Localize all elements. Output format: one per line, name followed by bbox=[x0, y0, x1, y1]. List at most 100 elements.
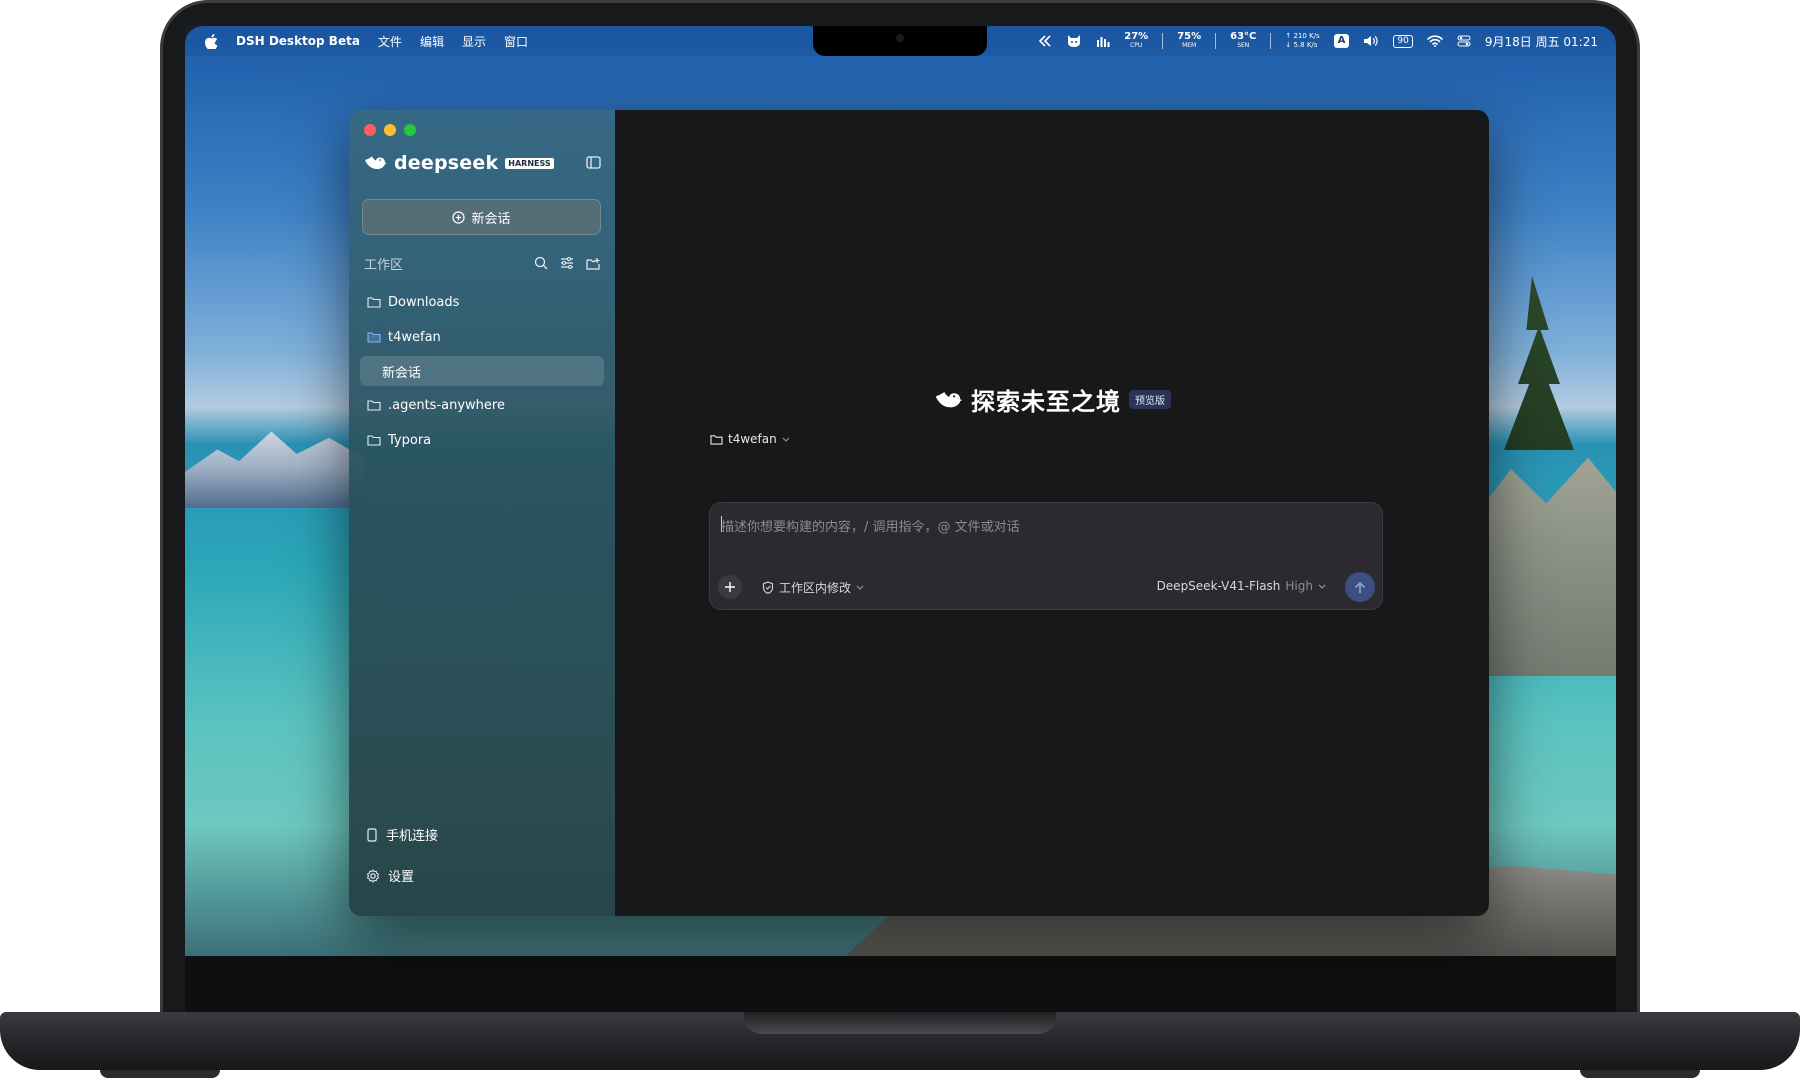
project-picker[interactable]: t4wefan bbox=[710, 432, 790, 446]
brand: deepseek HARNESS bbox=[363, 152, 554, 174]
zoom-window-button[interactable] bbox=[404, 124, 416, 136]
folder-open-icon bbox=[367, 331, 381, 343]
session-item-new-chat[interactable]: 新会话 bbox=[360, 356, 604, 386]
whale-logo-icon bbox=[933, 389, 963, 411]
phone-connect-label: 手机连接 bbox=[386, 829, 439, 844]
workspace-item-agents-anywhere[interactable]: .agents-anywhere bbox=[360, 389, 604, 421]
preview-badge: 预览版 bbox=[1129, 390, 1171, 409]
chevron-down-icon bbox=[1318, 584, 1326, 589]
sensor-value: 63°C bbox=[1230, 31, 1257, 42]
sidebar: deepseek HARNESS 新会话 工作区 Downloads t4wef… bbox=[349, 110, 615, 916]
shield-icon bbox=[762, 581, 774, 594]
gear-icon bbox=[366, 868, 380, 883]
mem-value: 75% bbox=[1177, 31, 1202, 42]
folder-icon bbox=[367, 399, 381, 411]
menu-clock[interactable]: 9月18日 周五 01:21 bbox=[1485, 33, 1598, 50]
minimize-window-button[interactable] bbox=[384, 124, 396, 136]
laptop-foot-left bbox=[100, 1070, 220, 1078]
stat-divider bbox=[1270, 33, 1272, 49]
project-name: t4wefan bbox=[728, 432, 777, 446]
cat-icon[interactable] bbox=[1066, 34, 1082, 48]
cpu-value: 27% bbox=[1124, 31, 1149, 42]
volume-icon[interactable] bbox=[1363, 35, 1379, 47]
model-selector[interactable]: DeepSeek-V41-Flash High bbox=[1157, 579, 1326, 593]
window-controls bbox=[364, 124, 416, 136]
close-window-button[interactable] bbox=[364, 124, 376, 136]
folder-icon bbox=[367, 434, 381, 446]
camera-icon bbox=[896, 34, 904, 42]
workspace-item-downloads[interactable]: Downloads bbox=[360, 286, 604, 318]
stat-divider bbox=[1162, 33, 1164, 49]
sensor-label: SEN bbox=[1237, 42, 1250, 49]
permission-selector[interactable]: 工作区内修改 bbox=[762, 579, 864, 596]
mem-label: MEM bbox=[1182, 42, 1197, 49]
whale-logo-icon bbox=[363, 154, 387, 172]
wifi-icon[interactable] bbox=[1427, 35, 1443, 47]
workspace-tree: Downloads t4wefan 新会话 .agents-anywhere T… bbox=[360, 286, 604, 459]
brand-name: deepseek bbox=[394, 152, 499, 174]
net-down: ↓ 5.8 K/s bbox=[1285, 41, 1318, 49]
model-name: DeepSeek-V41-Flash bbox=[1156, 579, 1281, 593]
model-level: High bbox=[1285, 579, 1313, 593]
net-up: ↑ 210 K/s bbox=[1285, 32, 1320, 40]
send-button[interactable] bbox=[1345, 572, 1375, 602]
chevron-down-icon bbox=[782, 437, 790, 442]
folder-icon bbox=[367, 296, 381, 308]
filter-icon[interactable] bbox=[560, 256, 574, 270]
hero: 探索未至之境 预览版 bbox=[615, 382, 1489, 417]
permission-label: 工作区内修改 bbox=[779, 581, 852, 595]
arrow-up-icon bbox=[1354, 581, 1366, 594]
chevrons-left-icon[interactable] bbox=[1038, 35, 1052, 47]
workspace-label: 工作区 bbox=[364, 257, 404, 273]
cpu-label: CPU bbox=[1130, 42, 1143, 49]
new-folder-icon[interactable] bbox=[586, 257, 600, 270]
settings-label: 设置 bbox=[388, 870, 415, 885]
sidebar-toggle-icon[interactable] bbox=[586, 156, 601, 169]
menu-view[interactable]: 显示 bbox=[462, 33, 486, 50]
phone-connect-button[interactable]: 手机连接 bbox=[366, 825, 596, 844]
attach-button[interactable] bbox=[718, 575, 742, 599]
hero-title: 探索未至之境 bbox=[971, 388, 1121, 416]
search-icon[interactable] bbox=[534, 256, 548, 270]
composer-input[interactable]: 描述你想要构建的内容，/ 调用指令，@ 文件或对话 bbox=[721, 516, 1020, 535]
new-chat-label: 新会话 bbox=[471, 211, 511, 227]
workspace-item-label: .agents-anywhere bbox=[388, 397, 505, 413]
workspace-item-label: Downloads bbox=[388, 294, 460, 310]
cpu-stat[interactable]: 27% CPU bbox=[1124, 32, 1148, 50]
menu-window[interactable]: 窗口 bbox=[504, 33, 528, 50]
workspace-header: 工作区 bbox=[364, 253, 600, 273]
bar-chart-icon[interactable] bbox=[1096, 35, 1110, 47]
screen-bezel bbox=[185, 956, 1616, 1012]
app-window: deepseek HARNESS 新会话 工作区 Downloads t4wef… bbox=[349, 110, 1489, 916]
phone-icon bbox=[366, 827, 378, 842]
wallpaper-mountains bbox=[185, 431, 365, 508]
laptop-foot-right bbox=[1580, 1070, 1700, 1078]
menu-file[interactable]: 文件 bbox=[378, 33, 402, 50]
main-panel: 探索未至之境 预览版 t4wefan 描述你想要构建的内容，/ 调用指令，@ 文… bbox=[615, 110, 1489, 916]
composer: 描述你想要构建的内容，/ 调用指令，@ 文件或对话 工作区内修改 DeepSee… bbox=[709, 502, 1383, 610]
new-chat-button[interactable]: 新会话 bbox=[362, 199, 601, 235]
chevron-down-icon bbox=[856, 585, 864, 590]
workspace-item-typora[interactable]: Typora bbox=[360, 424, 604, 456]
workspace-item-label: t4wefan bbox=[388, 329, 441, 345]
brand-badge: HARNESS bbox=[505, 157, 554, 169]
laptop-hinge bbox=[744, 1012, 1056, 1034]
menu-app-name[interactable]: DSH Desktop Beta bbox=[236, 34, 360, 48]
network-stat[interactable]: ↑ 210 K/s ↓ 5.8 K/s bbox=[1285, 32, 1319, 50]
workspace-item-label: Typora bbox=[388, 432, 432, 448]
mem-stat[interactable]: 75% MEM bbox=[1177, 32, 1201, 50]
plus-circle-icon bbox=[452, 210, 466, 224]
apple-icon[interactable] bbox=[205, 33, 218, 49]
plus-icon bbox=[724, 581, 736, 593]
input-source-badge[interactable]: A bbox=[1333, 34, 1350, 48]
workspace-item-t4wefan[interactable]: t4wefan bbox=[360, 321, 604, 353]
settings-button[interactable]: 设置 bbox=[366, 866, 596, 885]
sensor-stat[interactable]: 63°C SEN bbox=[1230, 32, 1256, 50]
menu-edit[interactable]: 编辑 bbox=[420, 33, 444, 50]
session-item-label: 新会话 bbox=[382, 365, 422, 381]
battery-indicator[interactable]: 90 bbox=[1393, 34, 1413, 48]
stat-divider bbox=[1215, 33, 1217, 49]
control-center-icon[interactable] bbox=[1457, 35, 1471, 47]
camera-notch bbox=[813, 26, 987, 56]
wallpaper-rocks bbox=[1476, 457, 1616, 676]
